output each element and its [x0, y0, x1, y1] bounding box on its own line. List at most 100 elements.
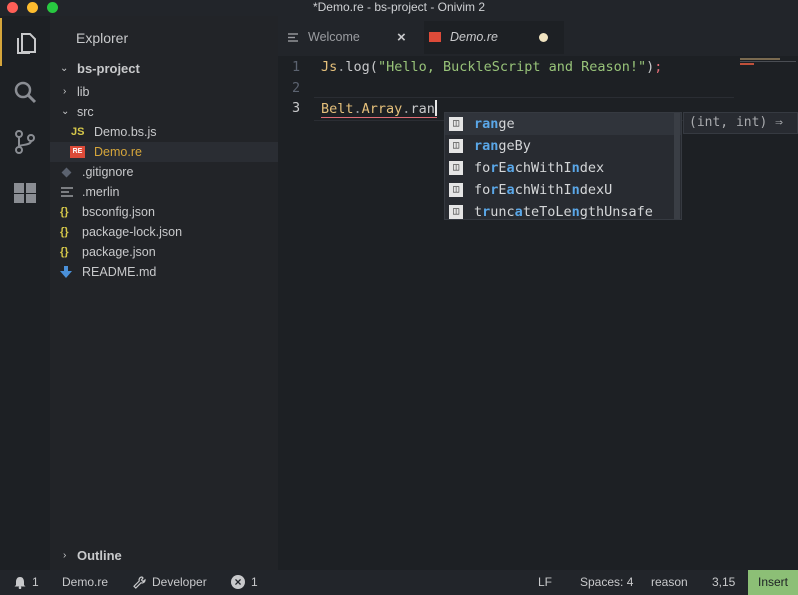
- code-line-1[interactable]: Js.log("Hello, BuckleScript and Reason!"…: [321, 59, 662, 75]
- tree-item-label: package.json: [82, 245, 156, 259]
- notification-count: 1: [32, 575, 39, 589]
- json-file-icon: {}: [60, 246, 69, 258]
- method-icon: ◫: [449, 139, 463, 153]
- mode-indicator: Insert: [748, 570, 798, 595]
- tree-item-lib[interactable]: › lib: [50, 82, 278, 102]
- suggestion-match: a: [506, 160, 515, 176]
- tab-bar: Welcome × Demo.re: [278, 16, 798, 56]
- minimap[interactable]: [740, 58, 796, 68]
- source-control-activity-button[interactable]: [0, 118, 50, 166]
- suggestion-item[interactable]: ◫ forEachWithIndexU: [445, 179, 681, 201]
- code-token: (: [369, 59, 378, 75]
- suggestion-match: n: [571, 160, 580, 176]
- title-bar: *Demo.re - bs-project - Onivim 2: [0, 0, 798, 16]
- suggestion-label: range: [474, 113, 515, 135]
- chevron-right-icon: ›: [63, 550, 67, 561]
- file-status[interactable]: Demo.re: [62, 570, 108, 595]
- code-token: .: [353, 101, 362, 117]
- extensions-icon: [14, 183, 36, 203]
- explorer-activity-button[interactable]: [0, 18, 50, 66]
- modified-dot-icon[interactable]: [539, 33, 548, 42]
- status-bar: 1 Demo.re Developer × 1 LF Spaces: 4 rea…: [0, 570, 798, 595]
- suggestion-label: forEachWithIndex: [474, 157, 604, 179]
- tree-item-label: .merlin: [82, 185, 120, 199]
- extensions-activity-button[interactable]: [0, 168, 50, 216]
- tree-item-label: package-lock.json: [82, 225, 183, 239]
- suggestion-text: chWithI: [514, 160, 572, 176]
- suggestion-item[interactable]: ◫ rangeBy: [445, 135, 681, 157]
- suggestion-match: a: [506, 182, 515, 198]
- suggestion-match: a: [514, 204, 523, 219]
- tab-demo-re[interactable]: Demo.re: [424, 21, 564, 54]
- error-count: 1: [251, 575, 258, 589]
- text-cursor: [434, 100, 437, 116]
- close-icon[interactable]: ×: [397, 21, 406, 54]
- tree-item-gitignore[interactable]: .gitignore: [50, 162, 278, 182]
- suggestion-label: forEachWithIndexU: [474, 179, 612, 201]
- outline-section[interactable]: › Outline: [50, 546, 278, 566]
- minimap-line: [740, 61, 796, 62]
- code-line-3[interactable]: Belt.Array.ran: [321, 100, 437, 118]
- developer-label: Developer: [152, 575, 207, 589]
- markdown-download-icon: [60, 266, 72, 278]
- suggestion-item[interactable]: ◫ truncateToLengthUnsafe: [445, 201, 681, 219]
- suggestion-text: chWithI: [514, 182, 572, 198]
- indent-status[interactable]: Spaces: 4: [580, 570, 633, 595]
- json-file-icon: {}: [60, 206, 69, 218]
- text-file-icon: [288, 33, 298, 42]
- tab-welcome[interactable]: Welcome ×: [278, 21, 420, 54]
- tree-item-label: Demo.re: [94, 145, 142, 159]
- method-icon: ◫: [449, 205, 463, 219]
- window-title: *Demo.re - bs-project - Onivim 2: [312, 0, 486, 14]
- suggestion-text: fo: [474, 160, 491, 176]
- tree-item-label: README.md: [82, 265, 157, 279]
- code-token: ;: [654, 59, 663, 75]
- language-status[interactable]: reason: [651, 570, 688, 595]
- method-icon: ◫: [449, 183, 463, 197]
- cursor-position-status[interactable]: 3,15: [712, 570, 735, 595]
- project-folder[interactable]: ⌄ bs-project: [50, 59, 278, 79]
- tree-item-readme[interactable]: README.md: [50, 262, 278, 282]
- tree-item-demo-re[interactable]: RE Demo.re: [50, 142, 278, 162]
- method-icon: ◫: [449, 161, 463, 175]
- tree-item-label: bsconfig.json: [82, 205, 155, 219]
- tab-label: Welcome: [308, 30, 360, 44]
- tree-item-label: lib: [77, 85, 90, 99]
- tree-item-bsconfig[interactable]: {} bsconfig.json: [50, 202, 278, 222]
- suggestion-detail: (int, int) ⇒: [683, 112, 798, 134]
- tree-item-package-lock[interactable]: {} package-lock.json: [50, 222, 278, 242]
- suggestion-scrollbar[interactable]: [674, 113, 680, 219]
- autocomplete-popup: ◫ range ◫ rangeBy ◫ forEachWithIndex ◫ f…: [444, 112, 682, 220]
- wrench-icon: [133, 576, 146, 589]
- search-icon: [14, 81, 37, 104]
- code-token: ran: [410, 101, 435, 117]
- line-number: 3: [292, 100, 301, 116]
- explorer-header: Explorer: [76, 30, 129, 46]
- tree-item-src[interactable]: ⌄ src: [50, 102, 278, 122]
- source-control-icon: [15, 130, 35, 154]
- suggestion-text: teToLe: [522, 204, 572, 219]
- reason-file-icon: [429, 32, 441, 42]
- tree-item-merlin[interactable]: .merlin: [50, 182, 278, 202]
- eol-status[interactable]: LF: [538, 570, 552, 595]
- tree-item-label: src: [77, 105, 94, 119]
- code-token: log: [345, 59, 370, 75]
- suggestion-match: n: [571, 204, 580, 219]
- tab-label: Demo.re: [450, 30, 498, 44]
- suggestion-match: n: [571, 182, 580, 198]
- suggestion-text: geBy: [498, 138, 531, 154]
- editor-pane: Welcome × Demo.re 1 Js.log("Hello, Buckl…: [278, 16, 798, 570]
- minimap-line: [740, 58, 780, 60]
- activity-bar: [0, 16, 50, 570]
- code-token: Js: [321, 59, 338, 75]
- tree-item-demo-bs-js[interactable]: JS Demo.bs.js: [50, 122, 278, 142]
- chevron-right-icon: ›: [63, 86, 67, 97]
- suggestion-text: dex: [579, 160, 605, 176]
- suggestion-item[interactable]: ◫ range: [445, 113, 681, 135]
- tree-item-package-json[interactable]: {} package.json: [50, 242, 278, 262]
- tree-item-label: Demo.bs.js: [94, 125, 157, 139]
- bell-icon: [14, 577, 26, 589]
- suggestion-item[interactable]: ◫ forEachWithIndex: [445, 157, 681, 179]
- explorer-sidebar: Explorer ⌄ bs-project › lib ⌄ src JS Dem…: [50, 16, 278, 570]
- search-activity-button[interactable]: [0, 68, 50, 116]
